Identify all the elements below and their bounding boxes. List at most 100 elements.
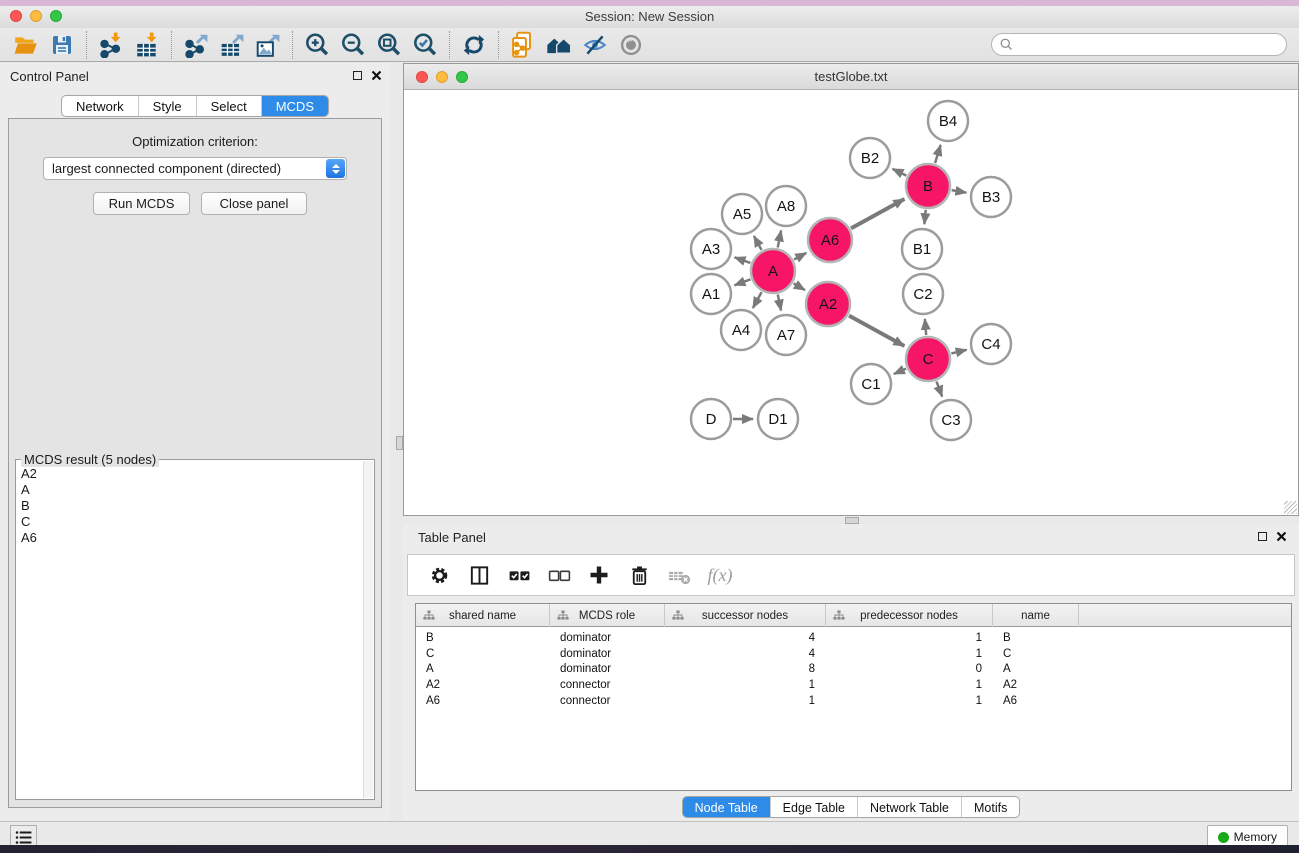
hide-graphics-button[interactable] <box>577 30 613 60</box>
add-column-button[interactable] <box>582 560 616 590</box>
open-file-button[interactable] <box>8 30 44 60</box>
optimization-criterion-select[interactable]: largest connected component (directed) <box>43 157 347 180</box>
table-cell: connector <box>550 695 665 707</box>
edge-B-B2[interactable] <box>893 169 907 176</box>
edge-A-A3[interactable] <box>735 257 751 263</box>
network-window-title: testGlobe.txt <box>404 69 1298 84</box>
edge-A-A7[interactable] <box>778 295 781 311</box>
settings-gear-button[interactable] <box>422 560 456 590</box>
table-panel-title: Table Panel <box>418 530 486 545</box>
edge-B-B1[interactable] <box>924 210 925 224</box>
node-label-B2: B2 <box>861 150 879 167</box>
table-cell: A2 <box>416 679 550 691</box>
network-canvas[interactable]: B4B2BB3A5A8A6B1A3AA1C2A2A4A7C4CC1C3DD1 <box>404 90 1298 515</box>
run-mcds-button[interactable]: Run MCDS <box>93 192 190 215</box>
mcds-result-item[interactable]: C <box>17 514 363 530</box>
control-panel-title: Control Panel <box>10 69 89 84</box>
close-panel-button[interactable]: Close panel <box>201 192 307 215</box>
zoom-selected-button[interactable] <box>407 30 443 60</box>
edge-C-C1[interactable] <box>894 369 906 374</box>
tab-edge-table[interactable]: Edge Table <box>770 797 857 817</box>
table-cell: 8 <box>665 663 826 675</box>
deselect-all-button[interactable] <box>542 560 576 590</box>
edge-A-A4[interactable] <box>753 292 762 308</box>
table-row[interactable]: Cdominator41C <box>416 646 1291 662</box>
search-input[interactable] <box>991 33 1287 56</box>
table-row[interactable]: Bdominator41B <box>416 630 1291 646</box>
show-graphics-button[interactable] <box>613 30 649 60</box>
columns-button[interactable] <box>462 560 496 590</box>
table-row[interactable]: Adominator80A <box>416 661 1291 677</box>
node-label-B4: B4 <box>939 113 957 130</box>
zoom-out-button[interactable] <box>335 30 371 60</box>
import-network-button[interactable] <box>93 30 129 60</box>
table-toolbar: f(x) <box>407 554 1295 596</box>
tab-select[interactable]: Select <box>196 96 261 116</box>
save-session-icon <box>50 33 74 57</box>
edge-A-A2[interactable] <box>794 283 805 290</box>
sort-icon <box>833 610 845 622</box>
export-image-button[interactable] <box>250 30 286 60</box>
node-label-D: D <box>706 411 717 428</box>
tab-node-table[interactable]: Node Table <box>683 797 770 817</box>
split-handle-vertical[interactable] <box>396 436 403 450</box>
edge-C-C4[interactable] <box>951 350 966 354</box>
split-handle-horizontal[interactable] <box>845 517 859 524</box>
home-views-button[interactable] <box>541 30 577 60</box>
tab-network-table[interactable]: Network Table <box>857 797 961 817</box>
network-from-file-button[interactable] <box>505 30 541 60</box>
node-label-A1: A1 <box>702 286 720 303</box>
mcds-result-item[interactable]: A2 <box>17 466 363 482</box>
mcds-result-item[interactable]: B <box>17 498 363 514</box>
window-resize-grip[interactable] <box>1284 501 1297 514</box>
edge-B-B4[interactable] <box>935 145 941 163</box>
edge-A2-C[interactable] <box>849 316 904 346</box>
column-header[interactable]: shared name <box>416 604 550 627</box>
export-network-icon <box>183 32 209 58</box>
edge-A6-B[interactable] <box>851 199 904 228</box>
mcds-result-scrollbar[interactable] <box>363 461 373 798</box>
close-panel-icon[interactable] <box>371 70 382 81</box>
column-header[interactable]: successor nodes <box>665 604 826 627</box>
table-row[interactable]: A6connector11A6 <box>416 693 1291 709</box>
edge-A-A6[interactable] <box>794 253 806 260</box>
float-panel-icon[interactable] <box>353 71 362 80</box>
function-builder-button[interactable]: f(x) <box>702 560 736 590</box>
edge-C-C3[interactable] <box>936 381 942 396</box>
close-panel-icon[interactable] <box>1276 531 1287 542</box>
zoom-in-button[interactable] <box>299 30 335 60</box>
table-row[interactable]: A2connector11A2 <box>416 677 1291 693</box>
export-table-icon <box>219 32 245 58</box>
mcds-result-item[interactable]: A6 <box>17 530 363 546</box>
mcds-result-item[interactable]: A <box>17 482 363 498</box>
save-session-button[interactable] <box>44 30 80 60</box>
column-header[interactable]: predecessor nodes <box>826 604 993 627</box>
edge-A-A5[interactable] <box>754 236 762 250</box>
edge-A-A8[interactable] <box>778 231 781 248</box>
mcds-result-list: A2ABCA6 <box>17 466 363 798</box>
tab-motifs[interactable]: Motifs <box>961 797 1019 817</box>
delete-button[interactable] <box>622 560 656 590</box>
control-panel: Control Panel NetworkStyleSelectMCDS Opt… <box>0 63 390 821</box>
column-header[interactable]: MCDS role <box>550 604 665 627</box>
delete-table-button[interactable] <box>662 560 696 590</box>
network-view-window: testGlobe.txt B4B2BB3A5A8A6B1A3AA1C2A2A4… <box>403 63 1299 516</box>
zoom-fit-button[interactable] <box>371 30 407 60</box>
tab-network[interactable]: Network <box>62 96 138 116</box>
column-label: MCDS role <box>579 610 635 622</box>
search-icon <box>999 37 1014 52</box>
edge-A-A1[interactable] <box>734 279 750 285</box>
node-label-C4: C4 <box>981 336 1000 353</box>
column-header[interactable]: name <box>993 604 1079 627</box>
edge-B-B3[interactable] <box>952 190 967 193</box>
refresh-button[interactable] <box>456 30 492 60</box>
tab-mcds[interactable]: MCDS <box>261 96 328 116</box>
tab-style[interactable]: Style <box>138 96 196 116</box>
export-table-button[interactable] <box>214 30 250 60</box>
float-panel-icon[interactable] <box>1258 532 1267 541</box>
select-all-button[interactable] <box>502 560 536 590</box>
network-window-titlebar[interactable]: testGlobe.txt <box>404 64 1298 90</box>
export-network-button[interactable] <box>178 30 214 60</box>
import-table-button[interactable] <box>129 30 165 60</box>
edge-C-C2[interactable] <box>925 319 926 335</box>
